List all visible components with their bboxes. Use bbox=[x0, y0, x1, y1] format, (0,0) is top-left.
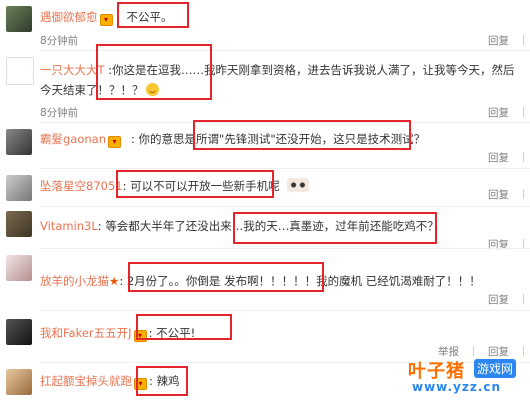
comment-username[interactable]: 扛起额宝掉头就跑 ▾: 辣鸡 bbox=[40, 373, 180, 390]
comment-item: Vitamin3L: 等会都大半年了还没出来…我的天…真墨迹，过年前还能吃鸡不？… bbox=[0, 207, 530, 251]
avatar[interactable] bbox=[6, 211, 32, 237]
comment-username[interactable]: 放羊的小龙猫★: 2月份了。。你倒是 发布啊！！！！！我的魔机 已经饥渴难耐了！… bbox=[40, 273, 481, 289]
username-text[interactable]: 放羊的小龙猫 bbox=[40, 274, 109, 288]
avatar[interactable] bbox=[6, 6, 32, 32]
comment-text: : 可以不可以开放一些新手机呢 bbox=[122, 179, 280, 193]
avatar[interactable] bbox=[6, 175, 32, 201]
username-text[interactable]: 霸髮gaonan bbox=[40, 132, 106, 146]
divider bbox=[523, 35, 524, 45]
comment-actions: 回复 bbox=[474, 105, 524, 120]
comment-actions: 回复 bbox=[474, 187, 524, 202]
comment-username[interactable]: 坠落星空87051: 可以不可以开放一些新手机呢 bbox=[40, 178, 310, 194]
username-text[interactable]: 坠落星空87051 bbox=[40, 179, 123, 193]
vip-badge-icon: ▾ bbox=[99, 14, 113, 26]
smiley-emoji-icon bbox=[145, 83, 159, 96]
comment-item: 坠落星空87051: 可以不可以开放一些新手机呢 回复 bbox=[0, 169, 530, 205]
comment-actions: 回复 bbox=[474, 33, 524, 48]
comment-text: : 等会都大半年了还没出来…我的天…真墨迹，过年前还能吃鸡不？ bbox=[97, 219, 439, 233]
comment-text: : 不公平! bbox=[148, 326, 196, 340]
comment-username[interactable]: Vitamin3L: 等会都大半年了还没出来…我的天…真墨迹，过年前还能吃鸡不？ bbox=[40, 218, 439, 234]
comment-item: 我和Faker五五开J ▾: 不公平! 举报 回复 bbox=[0, 311, 530, 361]
comment-text: : 你的意思是所谓"先锋测试"还没开始，这只是技术测试？ bbox=[131, 132, 426, 146]
comment-username[interactable]: 霸髮gaonan ▾ : 你的意思是所谓"先锋测试"还没开始，这只是技术测试？ bbox=[40, 131, 425, 148]
comment-item: 一只大大大T :你这是在逗我……我昨天刚拿到资格，进去告诉我说人满了，让我等今天… bbox=[0, 51, 530, 123]
comment-text: : 2月份了。。你倒是 发布啊！！！！！我的魔机 已经饥渴难耐了！！！ bbox=[119, 274, 481, 288]
avatar[interactable] bbox=[6, 255, 32, 281]
comment-item: 放羊的小龙猫★: 2月份了。。你倒是 发布啊！！！！！我的魔机 已经饥渴难耐了！… bbox=[0, 249, 530, 309]
comment-item: 霸髮gaonan ▾ : 你的意思是所谓"先锋测试"还没开始，这只是技术测试？ 回复 bbox=[0, 123, 530, 168]
vip-badge-icon: ▾ bbox=[133, 330, 147, 342]
username-text[interactable]: 扛起额宝掉头就跑 bbox=[40, 374, 132, 388]
reply-button[interactable]: 回复 bbox=[488, 35, 509, 47]
comment-time: 8分钟前 bbox=[40, 35, 79, 47]
reply-button[interactable]: 回复 bbox=[488, 152, 509, 164]
reply-button[interactable]: 回复 bbox=[488, 294, 509, 306]
avatar[interactable] bbox=[6, 319, 32, 345]
divider bbox=[473, 346, 474, 356]
avatar[interactable] bbox=[6, 129, 32, 155]
divider bbox=[523, 189, 524, 199]
username-text[interactable]: Vitamin3L bbox=[40, 219, 98, 233]
comment-item: 遇御欲郁愈 ▾ 不公平。 8分钟前 回复 bbox=[0, 0, 530, 50]
vip-badge-icon: ▾ bbox=[134, 378, 147, 390]
watermark-url: www.yzz.cn bbox=[412, 380, 502, 394]
reply-button[interactable]: 回复 bbox=[488, 107, 509, 119]
comment-text: 不公平。 bbox=[126, 10, 173, 24]
comment-actions: 回复 bbox=[474, 150, 524, 165]
vip-badge-icon: ▾ bbox=[108, 136, 122, 148]
comment-username[interactable]: 一只大大大T :你这是在逗我……我昨天刚拿到资格，进去告诉我说人满了，让我等今天… bbox=[40, 60, 515, 100]
avatar[interactable] bbox=[6, 369, 32, 395]
emoji-sticker-icon bbox=[287, 178, 310, 192]
site-watermark-logo: 叶子猪 游戏网 www.yzz.cn bbox=[408, 357, 528, 397]
comment-actions: 回复 bbox=[474, 292, 524, 307]
divider bbox=[523, 294, 524, 304]
divider bbox=[523, 346, 524, 356]
divider bbox=[523, 107, 524, 117]
reply-button[interactable]: 回复 bbox=[488, 189, 509, 201]
watermark-sub: 游戏网 bbox=[474, 359, 517, 378]
comment-time: 8分钟前 bbox=[40, 107, 79, 119]
star-badge-icon: ★ bbox=[109, 274, 120, 288]
comment-username[interactable]: 我和Faker五五开J ▾: 不公平! bbox=[40, 325, 195, 342]
divider bbox=[523, 152, 524, 162]
comment-text: : 辣鸡 bbox=[149, 374, 180, 388]
username-text[interactable]: 一只大大大T bbox=[40, 63, 105, 77]
avatar[interactable] bbox=[6, 57, 34, 85]
username-text[interactable]: 我和Faker五五开J bbox=[40, 326, 132, 340]
comment-text: :你这是在逗我……我昨天刚拿到资格，进去告诉我说人满了，让我等今天，然后今天结束… bbox=[40, 63, 515, 97]
username-text[interactable]: 遇御欲郁愈 bbox=[40, 10, 98, 24]
comment-username[interactable]: 遇御欲郁愈 ▾ 不公平。 bbox=[40, 9, 173, 26]
